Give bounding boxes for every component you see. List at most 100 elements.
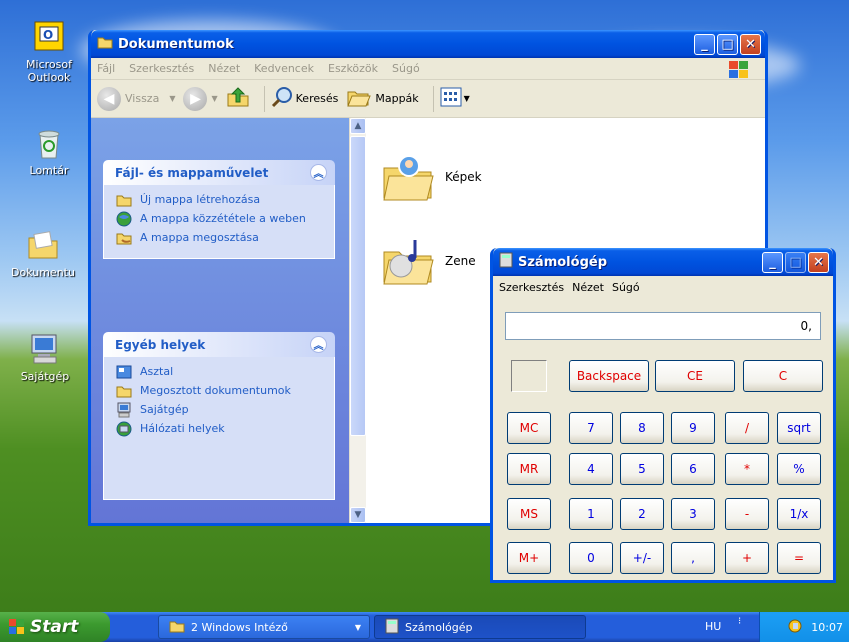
menu-edit[interactable]: Szerkesztés	[129, 62, 194, 75]
clear-entry-button[interactable]: CE	[655, 360, 735, 392]
digit-6-button[interactable]: 6	[671, 453, 715, 485]
place-label: Asztal	[140, 365, 174, 378]
digit-7-button[interactable]: 7	[569, 412, 613, 444]
sqrt-button[interactable]: sqrt	[777, 412, 821, 444]
file-tasks-panel: Fájl- és mappaművelet ︽ Új mappa létreho…	[103, 160, 335, 259]
panel-title: Egyéb helyek	[115, 337, 206, 352]
backspace-button[interactable]: Backspace	[569, 360, 649, 392]
desktop-icon-outlook[interactable]: O Microsof Outlook	[14, 20, 84, 84]
close-button[interactable]: ✕	[740, 33, 761, 55]
menu-favorites[interactable]: Kedvencek	[254, 62, 314, 75]
menu-view[interactable]: Nézet	[572, 281, 604, 294]
svg-text:O: O	[43, 28, 53, 42]
menu-edit[interactable]: Szerkesztés	[499, 281, 564, 294]
start-button[interactable]: Start	[0, 612, 110, 642]
digit-1-button[interactable]: 1	[569, 498, 613, 530]
panel-header[interactable]: Egyéb helyek ︽	[103, 332, 335, 357]
menu-view[interactable]: Nézet	[208, 62, 240, 75]
close-button[interactable]: ✕	[808, 251, 829, 273]
digit-9-button[interactable]: 9	[671, 412, 715, 444]
menu-help[interactable]: Súgó	[392, 62, 420, 75]
menu-tools[interactable]: Eszközök	[328, 62, 378, 75]
dropdown-arrow-icon: ▼	[169, 94, 176, 103]
minimize-button[interactable]: _	[762, 251, 783, 273]
memory-clear-button[interactable]: MC	[507, 412, 551, 444]
place-network[interactable]: Hálózati helyek	[116, 421, 324, 437]
vertical-scrollbar[interactable]: ▲ ▼	[349, 118, 366, 523]
multiply-button[interactable]: *	[725, 453, 769, 485]
equals-button[interactable]: =	[777, 542, 821, 574]
task-label: A mappa közzététele a weben	[140, 212, 306, 225]
percent-button[interactable]: %	[777, 453, 821, 485]
digit-4-button[interactable]: 4	[569, 453, 613, 485]
folder-item-pictures[interactable]: Képek	[381, 152, 482, 202]
place-my-computer[interactable]: Sajátgép	[116, 402, 324, 418]
taskbar-calculator[interactable]: Számológép	[374, 615, 586, 639]
search-button[interactable]: Keresés	[271, 86, 338, 111]
language-bar-icon[interactable]: ⁝	[738, 616, 741, 627]
folder-icon	[169, 619, 185, 636]
task-new-folder[interactable]: Új mappa létrehozása	[116, 193, 324, 207]
dropdown-arrow-icon: ▼	[463, 94, 470, 103]
divide-button[interactable]: /	[725, 412, 769, 444]
collapse-chevron-icon[interactable]: ︽	[310, 164, 327, 181]
maximize-button[interactable]: □	[717, 33, 738, 55]
digit-5-button[interactable]: 5	[620, 453, 664, 485]
memory-add-button[interactable]: M+	[507, 542, 551, 574]
new-folder-icon	[116, 193, 132, 207]
folder-up-icon	[226, 86, 250, 111]
add-button[interactable]: +	[725, 542, 769, 574]
folder-item-music[interactable]: Zene	[381, 236, 476, 286]
back-button[interactable]: ◀ Vissza ▼	[97, 86, 176, 111]
menu-help[interactable]: Súgó	[612, 281, 640, 294]
scroll-down-icon[interactable]: ▼	[350, 507, 366, 523]
desktop-icon-documents[interactable]: Dokumentu	[8, 228, 78, 279]
forward-button[interactable]: ▶ ▼	[183, 86, 218, 111]
place-desktop[interactable]: Asztal	[116, 365, 324, 379]
place-shared-documents[interactable]: Megosztott dokumentumok	[116, 384, 324, 398]
digit-2-button[interactable]: 2	[620, 498, 664, 530]
digit-0-button[interactable]: 0	[569, 542, 613, 574]
windows-logo-icon	[8, 618, 26, 641]
search-icon	[271, 86, 293, 111]
task-pane: Fájl- és mappaművelet ︽ Új mappa létreho…	[91, 118, 349, 523]
minimize-button[interactable]: _	[694, 33, 715, 55]
up-folder-button[interactable]	[226, 86, 250, 111]
toolbar: ◀ Vissza ▼ ▶ ▼ Keresés Mappák ▼	[91, 80, 765, 118]
back-arrow-icon: ◀	[97, 86, 121, 111]
memory-recall-button[interactable]: MR	[507, 453, 551, 485]
digit-3-button[interactable]: 3	[671, 498, 715, 530]
desktop-icon-label: Sajátgép	[20, 370, 70, 383]
folders-button[interactable]: Mappák	[346, 86, 419, 111]
memory-store-button[interactable]: MS	[507, 498, 551, 530]
calculator-titlebar[interactable]: Számológép _ □ ✕	[493, 248, 833, 276]
calculator-icon	[499, 252, 513, 272]
place-label: Megosztott dokumentumok	[140, 384, 291, 397]
desktop-icon-recycle-bin[interactable]: Lomtár	[14, 126, 84, 177]
taskbar-explorer-group[interactable]: 2 Windows Intéző ▼	[158, 615, 370, 639]
scroll-thumb[interactable]	[350, 136, 366, 436]
task-share-folder[interactable]: A mappa megosztása	[116, 231, 324, 245]
documents-folder-icon	[26, 228, 60, 262]
menu-file[interactable]: Fájl	[97, 62, 115, 75]
panel-header[interactable]: Fájl- és mappaművelet ︽	[103, 160, 335, 185]
subtract-button[interactable]: -	[725, 498, 769, 530]
other-places-panel: Egyéb helyek ︽ Asztal Megosztott dokumen…	[103, 332, 335, 500]
clock[interactable]: 10:07	[811, 621, 843, 634]
clear-button[interactable]: C	[743, 360, 823, 392]
explorer-titlebar[interactable]: Dokumentumok _ □ ✕	[91, 30, 765, 58]
calculator-window: Számológép _ □ ✕ Szerkesztés Nézet Súgó …	[490, 248, 836, 583]
desktop-icon-my-computer[interactable]: Sajátgép	[10, 332, 80, 383]
task-label: Számológép	[405, 620, 473, 634]
network-tray-icon[interactable]	[787, 618, 803, 637]
decimal-button[interactable]: ,	[671, 542, 715, 574]
collapse-chevron-icon[interactable]: ︽	[310, 336, 327, 353]
scroll-up-icon[interactable]: ▲	[350, 118, 366, 134]
digit-8-button[interactable]: 8	[620, 412, 664, 444]
reciprocal-button[interactable]: 1/x	[777, 498, 821, 530]
sign-toggle-button[interactable]: +/-	[620, 542, 664, 574]
views-button[interactable]: ▼	[440, 87, 470, 110]
task-publish-web[interactable]: A mappa közzététele a weben	[116, 211, 324, 227]
language-indicator[interactable]: HU	[705, 620, 721, 633]
folder-icon	[97, 35, 113, 53]
